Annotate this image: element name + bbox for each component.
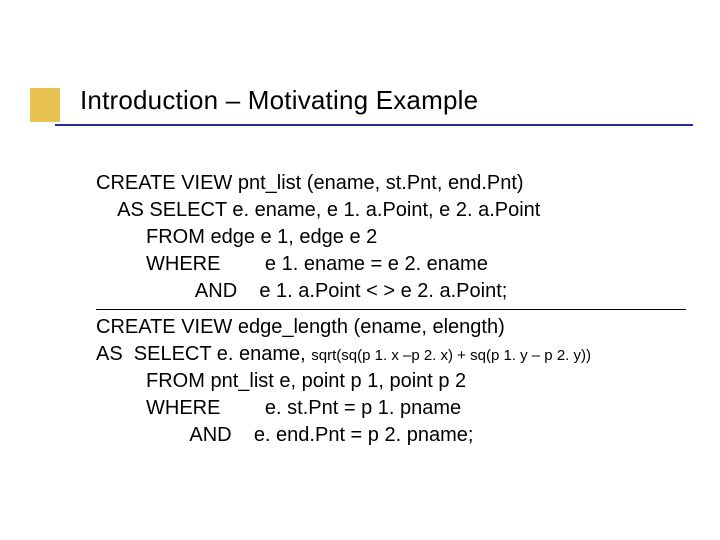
code-line: WHERE e. st.Pnt = p 1. pname: [96, 395, 696, 422]
code-line: AS SELECT e. ename, sqrt(sq(p 1. x –p 2.…: [96, 341, 696, 368]
code-line: AS SELECT e. ename, e 1. a.Point, e 2. a…: [96, 197, 696, 224]
title-area: Introduction – Motivating Example: [80, 86, 680, 124]
code-line: CREATE VIEW edge_length (ename, elength): [96, 314, 696, 341]
title-underline: [55, 124, 693, 126]
code-line: AND e. end.Pnt = p 2. pname;: [96, 422, 696, 449]
slide-title: Introduction – Motivating Example: [80, 86, 680, 124]
sql-body: CREATE VIEW pnt_list (ename, st.Pnt, end…: [96, 170, 696, 449]
code-line: CREATE VIEW pnt_list (ename, st.Pnt, end…: [96, 170, 696, 197]
code-line: FROM edge e 1, edge e 2: [96, 224, 696, 251]
code-line: WHERE e 1. ename = e 2. ename: [96, 251, 696, 278]
slide: Introduction – Motivating Example CREATE…: [0, 0, 720, 540]
title-accent-block: [30, 88, 60, 122]
code-line: AND e 1. a.Point < > e 2. a.Point;: [96, 278, 696, 305]
divider-line: [96, 309, 686, 310]
code-line-prefix: AS SELECT e. ename,: [96, 343, 311, 365]
code-line-expr: sqrt(sq(p 1. x –p 2. x) + sq(p 1. y – p …: [311, 347, 591, 364]
code-line: FROM pnt_list e, point p 1, point p 2: [96, 368, 696, 395]
